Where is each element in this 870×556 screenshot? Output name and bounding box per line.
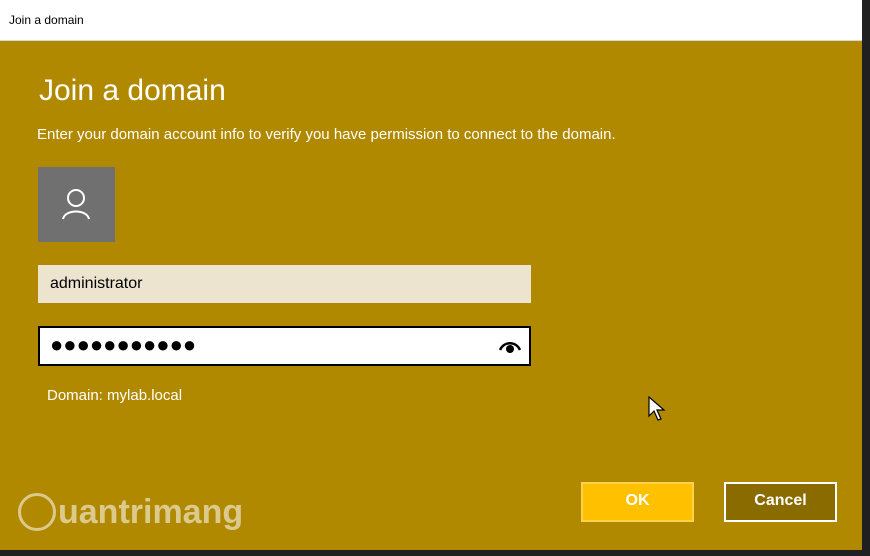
- domain-label: Domain: mylab.local: [47, 387, 183, 404]
- dialog-heading: Join a domain: [39, 74, 226, 107]
- window-shadow-bottom: [0, 550, 870, 556]
- eye-icon[interactable]: [499, 338, 521, 354]
- username-field[interactable]: [38, 265, 531, 303]
- watermark-text: uantrimang: [58, 493, 244, 531]
- window-title: Join a domain: [9, 13, 84, 27]
- window-shadow-right: [862, 0, 870, 556]
- person-icon: [62, 189, 90, 220]
- password-field[interactable]: ●●●●●●●●●●●: [38, 326, 531, 366]
- bulb-icon: [18, 493, 56, 531]
- title-bar: Join a domain: [0, 0, 862, 41]
- dialog-subtitle: Enter your domain account info to verify…: [37, 126, 616, 143]
- user-avatar: [38, 167, 115, 242]
- join-domain-dialog: Join a domain Enter your domain account …: [0, 41, 862, 550]
- cancel-button[interactable]: Cancel: [724, 482, 837, 522]
- ok-button[interactable]: OK: [581, 482, 694, 522]
- mouse-cursor-icon: [648, 396, 666, 421]
- password-mask: ●●●●●●●●●●●: [50, 332, 197, 357]
